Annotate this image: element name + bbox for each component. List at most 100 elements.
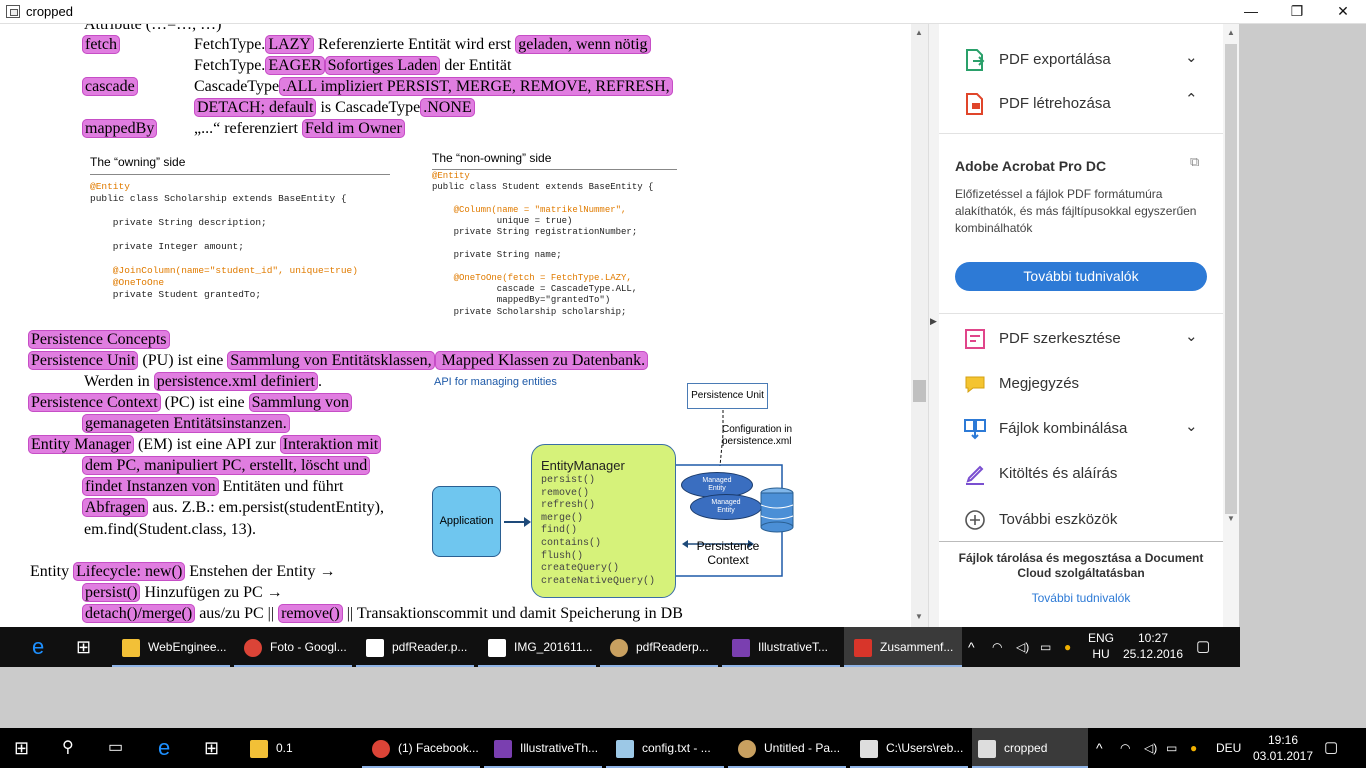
tool-create-pdf[interactable]: PDF létrehozása ⌃ — [939, 82, 1223, 126]
network-icon[interactable]: ◠ — [1120, 728, 1138, 768]
em-method: createQuery() — [541, 563, 620, 575]
taskbar-item[interactable]: C:\Users\reb... — [850, 728, 968, 768]
taskbar-item[interactable]: pdfReaderp... — [600, 627, 718, 667]
tray-app-icon[interactable]: ● — [1190, 728, 1208, 768]
edge-icon[interactable]: e — [158, 728, 178, 768]
diagram-em-methods: persist() remove() refresh() merge() find() c… — [541, 475, 655, 588]
chevron-up-icon[interactable]: ⌃ — [1185, 90, 1198, 108]
plus-circle-icon — [965, 510, 985, 530]
maximize-button[interactable]: ❐ — [1274, 0, 1320, 24]
network-icon[interactable]: ◠ — [992, 627, 1010, 667]
em-line-4: Abfragen aus. Z.B.: em.persist(studentEn… — [82, 498, 384, 518]
taskbar-item[interactable]: Foto - Googl... — [234, 627, 352, 667]
keyboard-icon[interactable]: ▭ — [1166, 728, 1184, 768]
lifecycle-line-2: persist() Hinzufügen zu PC → — [82, 583, 283, 603]
lifecycle-line: Entity Lifecycle: new() Enstehen der Ent… — [30, 562, 336, 581]
expand-panel-icon[interactable]: ▶ — [930, 316, 937, 327]
tool-fill-sign[interactable]: Kitöltés és aláírás — [939, 452, 1223, 496]
fetch-lazy-line: FetchType. LAZY Referenzierte Entität wir… — [194, 35, 651, 55]
tool-more-tools[interactable]: További eszközök — [939, 498, 1223, 542]
code-line: @OneToOne(fetch = FetchType.LAZY, — [432, 272, 632, 283]
tray-chevron-icon[interactable]: ^ — [1096, 728, 1112, 768]
clock[interactable]: 10:27 25.12.2016 — [1120, 630, 1186, 662]
mappedby-line: „...“ referenziert Feld im Owner — [194, 119, 405, 139]
chevron-down-icon[interactable]: ⌄ — [1185, 48, 1198, 66]
store-icon[interactable]: ⊞ — [76, 627, 96, 667]
em-line: Entity Manager (EM) ist eine API zur Int… — [28, 435, 382, 455]
inner-taskbar: e ⊞ WebEnginee... Foto - Googl... pdfRea… — [0, 627, 1240, 667]
search-icon[interactable]: ⚲ — [62, 728, 84, 768]
scroll-up-icon[interactable]: ▲ — [915, 28, 923, 37]
edge-icon[interactable]: e — [32, 627, 52, 667]
chevron-down-icon[interactable]: ⌄ — [1185, 417, 1198, 435]
action-center-icon[interactable]: ▢ — [1324, 728, 1344, 768]
tray-chevron-icon[interactable]: ^ — [968, 627, 984, 667]
create-pdf-icon — [966, 93, 983, 115]
scroll-up-icon[interactable]: ▲ — [1227, 28, 1235, 37]
tray-app-icon[interactable]: ● — [1064, 627, 1082, 667]
em-method: remove() — [541, 487, 590, 499]
pctx-line: Persistence Context (PC) ist eine Sammlu… — [28, 393, 352, 413]
footer-learn-more-link[interactable]: További tudnivalók — [939, 591, 1223, 605]
taskbar-item[interactable]: (1) Facebook... — [362, 728, 480, 768]
taskbar-item[interactable]: IMG_201611... — [478, 627, 596, 667]
taskbar-item[interactable]: WebEnginee... — [112, 627, 230, 667]
code-line: @Entity — [432, 171, 470, 181]
copy-icon[interactable]: ⧉ — [1190, 154, 1199, 170]
volume-icon[interactable]: ◁) — [1016, 627, 1034, 667]
clock[interactable]: 19:16 03.01.2017 — [1248, 732, 1318, 764]
attr-cascade: cascade — [82, 77, 138, 97]
code-line: @OneToOne — [90, 277, 165, 288]
em-line-2: dem PC, manipuliert PC, erstellt, löscht… — [82, 456, 371, 476]
tool-export-pdf[interactable]: PDF exportálása ⌄ — [939, 38, 1223, 82]
taskbar-item[interactable]: 0.1 — [240, 728, 358, 768]
language-indicator[interactable]: ENG HU — [1086, 630, 1116, 662]
partial-line: Attribute (…=…, …) — [84, 24, 222, 33]
language-indicator[interactable]: DEU — [1216, 728, 1244, 768]
task-view-icon[interactable]: ▭ — [108, 728, 130, 768]
em-method: createNativeQuery() — [541, 575, 656, 587]
owning-title: The “owning” side — [90, 155, 186, 169]
fill-sign-icon — [966, 465, 984, 485]
app-window: cropped — ❐ ✕ Attribute (…=…, …) fetch F… — [0, 0, 1366, 728]
store-icon[interactable]: ⊞ — [204, 728, 224, 768]
taskbar-item-active[interactable]: Zusammenf... — [844, 627, 962, 667]
volume-icon[interactable]: ◁) — [1144, 728, 1162, 768]
tool-combine-files[interactable]: Fájlok kombinálása ⌄ — [939, 407, 1223, 451]
panel-scrollbar[interactable]: ▲ ▼ — [1223, 24, 1239, 627]
taskbar-item[interactable]: IllustrativeTh... — [484, 728, 602, 768]
diagram-entitymanager: EntityManager persist() remove() refresh()… — [531, 444, 676, 598]
code-line: private String name; — [432, 250, 562, 261]
action-center-icon[interactable]: ▢ — [1196, 627, 1216, 667]
keyboard-icon[interactable]: ▭ — [1040, 627, 1058, 667]
panel-scroll-thumb[interactable] — [1225, 44, 1237, 514]
nonowning-rule — [432, 169, 677, 170]
panel-splitter[interactable]: ▶ — [928, 24, 939, 627]
taskbar-item-active[interactable]: cropped — [972, 728, 1088, 768]
panel-divider — [939, 133, 1223, 134]
attr-mappedby: mappedBy — [82, 119, 158, 139]
owning-rule — [90, 174, 390, 175]
pdf-scrollbar[interactable]: ▲ ▼ — [911, 24, 928, 627]
em-method: flush() — [541, 550, 584, 562]
learn-more-button[interactable]: További tudnivalók — [955, 262, 1207, 291]
taskbar-item[interactable]: config.txt - ... — [606, 728, 724, 768]
tool-comment[interactable]: Megjegyzés — [939, 362, 1223, 406]
tool-edit-pdf[interactable]: PDF szerkesztése ⌄ — [939, 317, 1223, 361]
scroll-down-icon[interactable]: ▼ — [1227, 514, 1235, 523]
code-line: @JoinColumn(name="student_id", unique=tr… — [90, 265, 358, 276]
scroll-down-icon[interactable]: ▼ — [915, 612, 923, 621]
code-line: public class Student extends BaseEntity … — [432, 182, 654, 193]
code-line: private Student grantedTo; — [90, 289, 262, 300]
taskbar-item[interactable]: IllustrativeT... — [722, 627, 840, 667]
title-bar: cropped — ❐ ✕ — [0, 0, 1366, 24]
close-button[interactable]: ✕ — [1320, 0, 1366, 24]
minimize-button[interactable]: — — [1228, 0, 1274, 24]
taskbar-item[interactable]: pdfReader.p... — [356, 627, 474, 667]
scroll-thumb[interactable] — [913, 380, 926, 402]
start-button[interactable]: ⊞ — [14, 728, 36, 768]
taskbar-item[interactable]: Untitled - Pa... — [728, 728, 846, 768]
chevron-down-icon[interactable]: ⌄ — [1185, 327, 1198, 345]
